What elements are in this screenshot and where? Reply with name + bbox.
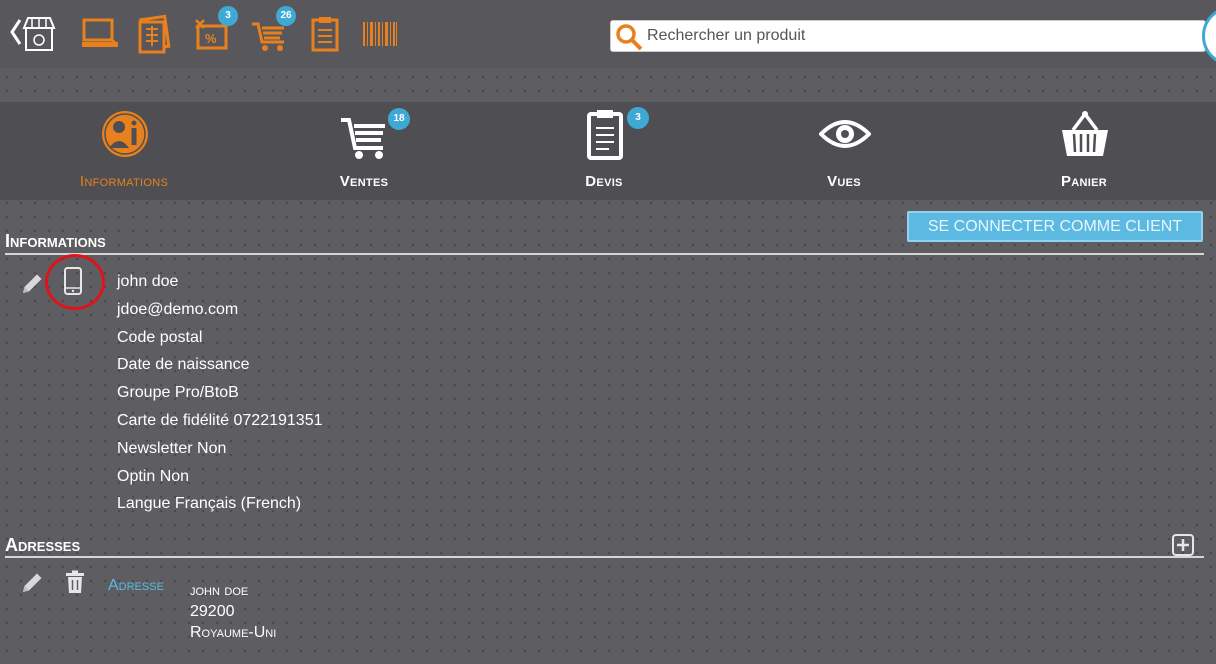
search-icon (616, 24, 643, 51)
svg-text:%: % (205, 31, 217, 46)
info-postal-code: Code postal (117, 328, 203, 346)
tab-panier[interactable]: Panier (964, 102, 1204, 200)
trash-icon (66, 570, 84, 593)
delete-address-button[interactable] (65, 570, 85, 594)
informations-section-title: Informations (5, 231, 106, 251)
customer-info-list: john doe jdoe@demo.com Code postal Date … (117, 271, 323, 521)
cart-badge: 26 (276, 6, 296, 26)
info-email: jdoe@demo.com (117, 300, 239, 318)
search-bar (610, 20, 1206, 52)
catalog-grid-icon (138, 14, 171, 54)
address-country: Royaume-Uni (190, 624, 277, 641)
tab-vues[interactable]: Vues (724, 102, 964, 200)
edit-info-button[interactable] (20, 272, 44, 296)
customer-info-icon (102, 111, 148, 157)
customer-tabs: Informations 18 Ventes 3 Devis Vues Pani… (0, 102, 1216, 200)
promotions-badge: 3 (218, 6, 238, 26)
address-name: john doe (190, 582, 249, 599)
info-optin: Optin Non (117, 467, 190, 485)
info-language: Langue Français (French) (117, 495, 302, 513)
back-store-icon (10, 17, 56, 51)
quotes-count-badge: 3 (627, 107, 649, 129)
quotes-button[interactable] (305, 14, 345, 54)
catalog-button[interactable] (135, 14, 175, 54)
sales-count-badge: 18 (388, 108, 410, 130)
search-input[interactable] (647, 23, 1187, 49)
user-avatar-button[interactable] (1202, 6, 1216, 66)
quote-clipboard-icon (587, 110, 623, 160)
barcode-button[interactable] (360, 14, 400, 54)
add-address-button[interactable] (1172, 534, 1194, 556)
info-newsletter: Newsletter Non (117, 439, 227, 457)
tab-label: Ventes (339, 173, 389, 190)
pencil-icon (23, 573, 42, 592)
adresses-section-title: Adresses (5, 535, 81, 555)
sales-cart-icon (341, 118, 385, 159)
section-divider (5, 253, 1204, 255)
tab-ventes[interactable]: 18 Ventes (244, 102, 484, 200)
connect-as-client-button[interactable]: SE CONNECTER COMME CLIENT (907, 211, 1203, 242)
edit-address-button[interactable] (20, 571, 44, 595)
tab-label: Vues (827, 173, 861, 190)
address-block: john doe 29200 Royaume-Uni (190, 580, 276, 643)
tab-devis[interactable]: 3 Devis (484, 102, 724, 200)
tab-label: Panier (1060, 173, 1108, 190)
barcode-icon (363, 22, 397, 46)
basket-icon (1062, 111, 1108, 156)
laptop-icon (82, 18, 118, 47)
promotions-button[interactable]: % 3 (192, 6, 238, 54)
top-toolbar: % 3 26 (0, 0, 1216, 68)
section-divider (5, 556, 1204, 558)
clipboard-icon (311, 17, 339, 52)
address-postcode: 29200 (190, 603, 235, 620)
info-group: Groupe Pro/BtoB (117, 384, 239, 402)
tab-label: Informations (79, 173, 169, 190)
pos-terminal-button[interactable] (80, 14, 120, 54)
cart-button[interactable]: 26 (250, 6, 296, 54)
address-type-label: Adresse (108, 577, 164, 594)
highlight-ring (45, 254, 105, 310)
info-birth-date: Date de naissance (117, 356, 250, 374)
info-name: john doe (117, 273, 179, 290)
eye-icon (819, 120, 871, 148)
pencil-icon (23, 274, 42, 293)
plus-square-icon (1172, 534, 1194, 556)
back-store-button[interactable] (8, 14, 56, 54)
info-loyalty-card: Carte de fidélité 0722191351 (117, 411, 323, 429)
tab-informations[interactable]: Informations (4, 102, 244, 200)
tab-label: Devis (585, 173, 623, 190)
